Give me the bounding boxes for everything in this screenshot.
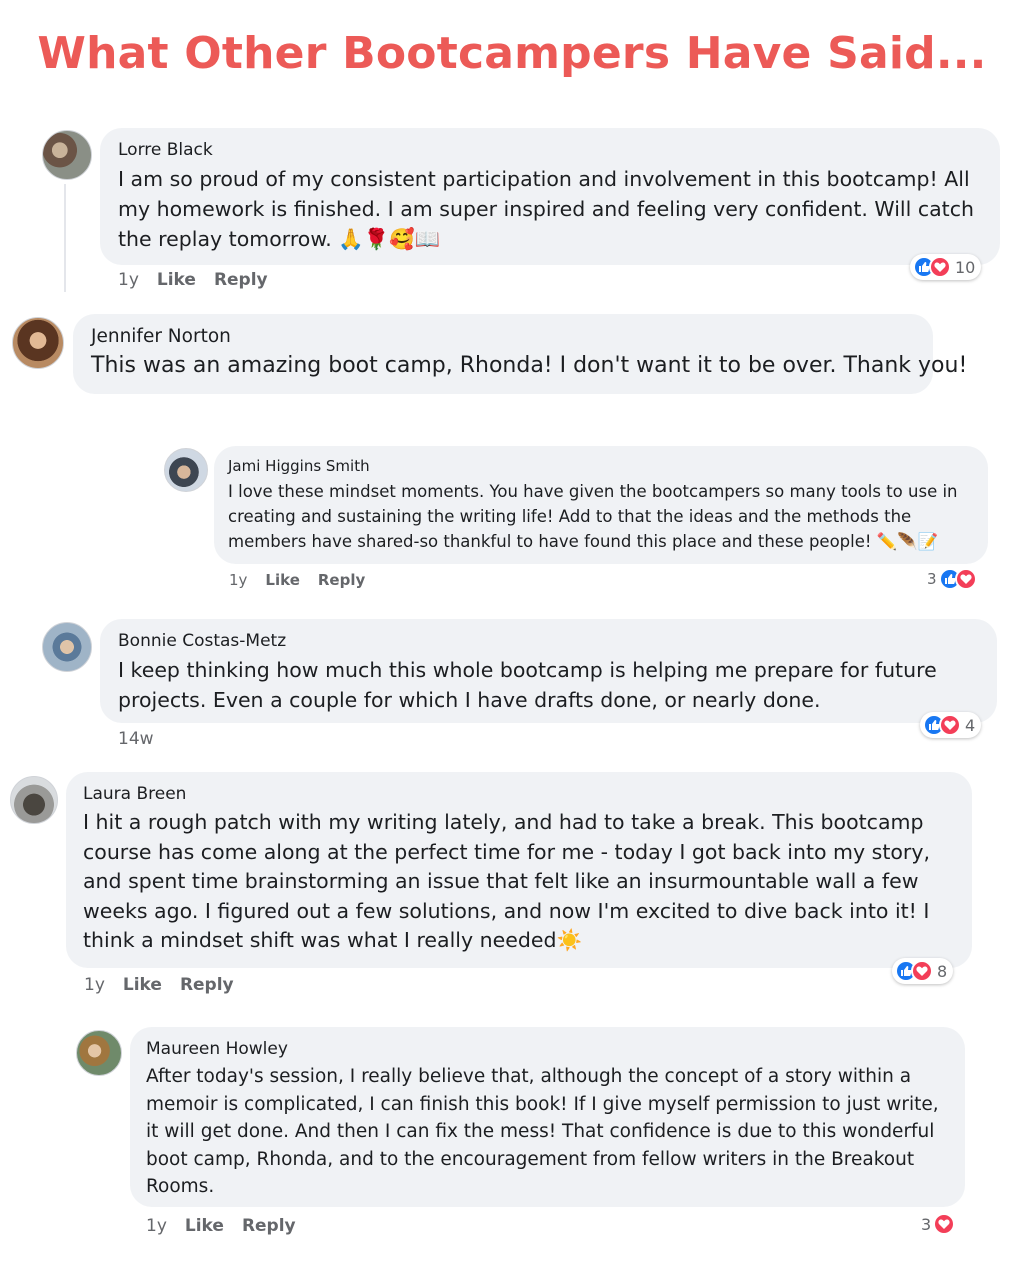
avatar[interactable] bbox=[42, 622, 92, 672]
love-icon bbox=[929, 256, 951, 278]
reaction-summary[interactable]: 4 bbox=[920, 712, 982, 738]
reaction-count: 3 bbox=[921, 1214, 932, 1234]
reaction-summary[interactable]: 10 bbox=[910, 254, 982, 280]
reaction-count: 3 bbox=[927, 570, 937, 588]
comment-text: I hit a rough patch with my writing late… bbox=[83, 810, 931, 952]
reaction-count: 8 bbox=[937, 961, 948, 981]
love-icon bbox=[911, 960, 933, 982]
comment-bubble: Maureen Howley After today's session, I … bbox=[130, 1027, 965, 1207]
comment-timestamp[interactable]: 1y bbox=[146, 1216, 167, 1236]
comment-author[interactable]: Jennifer Norton bbox=[91, 326, 915, 347]
avatar[interactable] bbox=[76, 1030, 122, 1076]
comment-author[interactable]: Maureen Howley bbox=[146, 1039, 949, 1059]
comment-text: I love these mindset moments. You have g… bbox=[228, 482, 958, 551]
comment-bubble: Jami Higgins Smith I love these mindset … bbox=[214, 446, 988, 564]
comment-author[interactable]: Laura Breen bbox=[83, 784, 955, 804]
reply-button[interactable]: Reply bbox=[318, 571, 365, 589]
comment-text: I am so proud of my consistent participa… bbox=[118, 167, 974, 251]
comment-meta: 1y Like Reply bbox=[118, 270, 268, 290]
comment-timestamp[interactable]: 1y bbox=[229, 571, 247, 589]
avatar[interactable] bbox=[164, 448, 208, 492]
reply-button[interactable]: Reply bbox=[242, 1216, 296, 1236]
reply-button[interactable]: Reply bbox=[214, 270, 268, 290]
comment-timestamp[interactable]: 1y bbox=[84, 975, 105, 995]
comment-author[interactable]: Lorre Black bbox=[118, 140, 982, 160]
comment-meta: 1y Like Reply bbox=[146, 1216, 296, 1236]
like-button[interactable]: Like bbox=[157, 270, 196, 290]
love-icon bbox=[933, 1213, 956, 1235]
like-button[interactable]: Like bbox=[265, 571, 299, 589]
comment-bubble: Laura Breen I hit a rough patch with my … bbox=[66, 772, 972, 968]
comment-timestamp[interactable]: 14w bbox=[118, 729, 154, 749]
comment-bubble: Jennifer Norton This was an amazing boot… bbox=[73, 314, 968, 394]
comment-author[interactable]: Jami Higgins Smith bbox=[228, 457, 974, 475]
reaction-summary[interactable]: 8 bbox=[892, 958, 954, 984]
love-icon bbox=[939, 714, 961, 736]
comment-timestamp[interactable]: 1y bbox=[118, 270, 139, 290]
avatar[interactable] bbox=[10, 776, 58, 824]
comment-text: This was an amazing boot camp, Rhonda! I… bbox=[91, 353, 968, 378]
like-button[interactable]: Like bbox=[185, 1216, 224, 1236]
comment-text: I keep thinking how much this whole boot… bbox=[118, 658, 937, 712]
comment-meta: 1y Like Reply bbox=[229, 571, 365, 589]
comment-text: After today's session, I really believe … bbox=[146, 1066, 939, 1197]
avatar[interactable] bbox=[42, 130, 92, 180]
comment-author[interactable]: Bonnie Costas-Metz bbox=[118, 631, 979, 651]
page-headline: What Other Bootcampers Have Said... bbox=[37, 28, 987, 79]
love-icon bbox=[954, 568, 977, 590]
comment-bubble: Bonnie Costas-Metz I keep thinking how m… bbox=[100, 619, 997, 723]
comment-meta: 14w bbox=[118, 729, 154, 749]
reaction-summary[interactable]: 3 bbox=[927, 568, 977, 590]
comment-meta: 1y Like Reply bbox=[84, 975, 234, 995]
reply-button[interactable]: Reply bbox=[180, 975, 234, 995]
like-button[interactable]: Like bbox=[123, 975, 162, 995]
reaction-count: 10 bbox=[955, 257, 976, 277]
reaction-summary[interactable]: 3 bbox=[921, 1213, 956, 1235]
comment-bubble: Lorre Black I am so proud of my consiste… bbox=[100, 128, 1000, 265]
reaction-count: 4 bbox=[965, 715, 976, 735]
avatar[interactable] bbox=[12, 317, 64, 369]
thread-line bbox=[64, 184, 66, 292]
